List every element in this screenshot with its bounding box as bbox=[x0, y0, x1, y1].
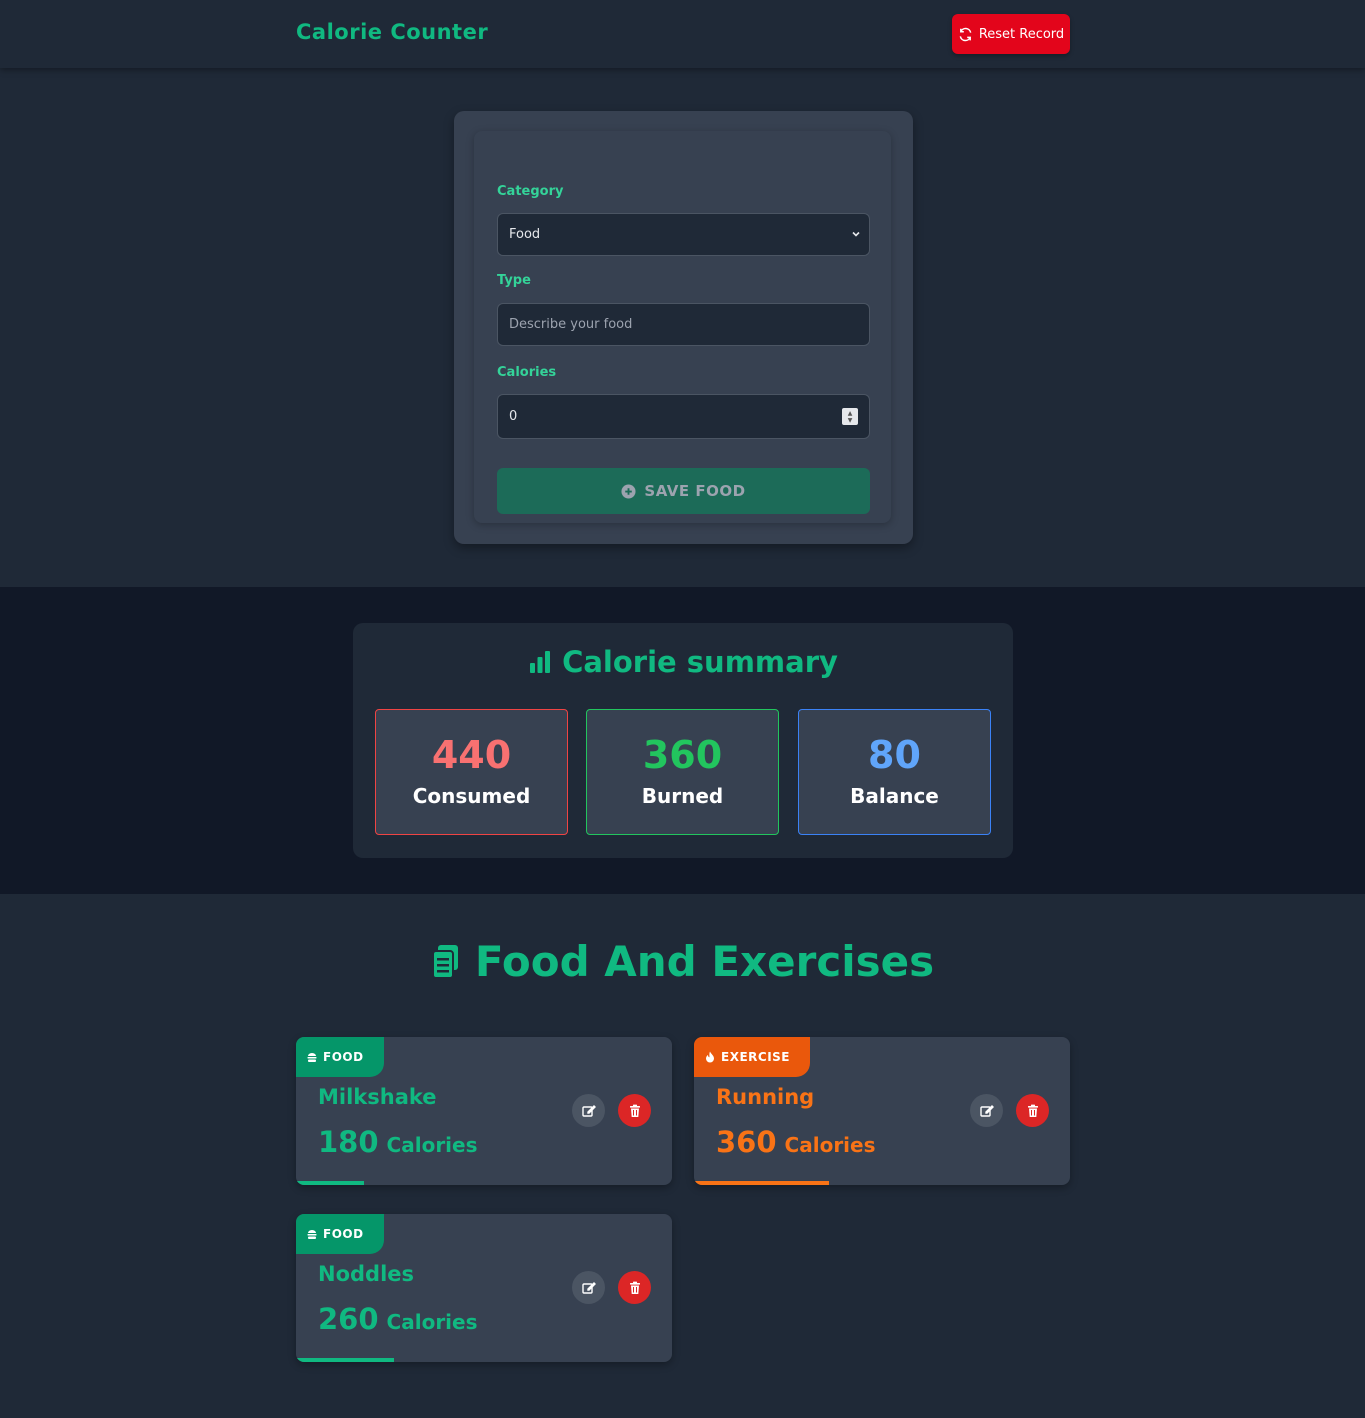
edit-button[interactable] bbox=[572, 1271, 605, 1304]
calories-input[interactable]: 0 ▲ ▼ bbox=[497, 394, 870, 439]
category-tag-label: EXERCISE bbox=[721, 1050, 790, 1064]
save-food-button[interactable]: SAVE FOOD bbox=[497, 468, 870, 514]
item-calories-unit: Calories bbox=[386, 1310, 478, 1334]
list-title: Food And Exercises bbox=[474, 937, 935, 986]
item-name: Noddles bbox=[318, 1262, 415, 1286]
item-name: Milkshake bbox=[318, 1085, 437, 1109]
summary-section: Calorie summary 440 Consumed 360 Burned … bbox=[0, 587, 1365, 894]
list-item: EXERCISE Running 360 Calories bbox=[694, 1037, 1070, 1185]
edit-button[interactable] bbox=[572, 1094, 605, 1127]
type-input-placeholder: Describe your food bbox=[509, 317, 633, 332]
category-label: Category bbox=[497, 184, 564, 199]
item-calories: 360 Calories bbox=[716, 1125, 876, 1159]
balance-value: 80 bbox=[868, 733, 921, 777]
edit-button[interactable] bbox=[970, 1094, 1003, 1127]
calorie-progress-bar bbox=[296, 1358, 394, 1362]
number-spinner[interactable]: ▲ ▼ bbox=[842, 408, 858, 425]
delete-button[interactable] bbox=[1016, 1094, 1049, 1127]
summary-title: Calorie summary bbox=[562, 645, 838, 679]
burned-value: 360 bbox=[642, 733, 723, 777]
calorie-progress-bar bbox=[296, 1181, 364, 1185]
item-calories-value: 360 bbox=[716, 1125, 777, 1159]
consumed-value: 440 bbox=[431, 733, 512, 777]
calorie-summary-card: Calorie summary 440 Consumed 360 Burned … bbox=[353, 623, 1013, 858]
type-label: Type bbox=[497, 273, 531, 288]
burger-icon bbox=[307, 1053, 317, 1062]
trash-icon bbox=[629, 1281, 640, 1294]
fire-icon bbox=[706, 1051, 714, 1063]
item-calories-unit: Calories bbox=[386, 1133, 478, 1157]
calorie-progress-bar bbox=[694, 1181, 830, 1185]
category-tag: EXERCISE bbox=[694, 1037, 810, 1077]
trash-icon bbox=[1027, 1104, 1038, 1117]
spin-down-icon[interactable]: ▼ bbox=[848, 417, 853, 424]
delete-button[interactable] bbox=[618, 1094, 651, 1127]
edit-icon bbox=[581, 1104, 596, 1117]
balance-label: Balance bbox=[850, 784, 939, 808]
category-selected-value: Food bbox=[509, 227, 541, 242]
item-calories-value: 180 bbox=[318, 1125, 379, 1159]
item-name: Running bbox=[716, 1085, 815, 1109]
bar-chart-icon bbox=[530, 651, 551, 673]
refresh-icon bbox=[959, 27, 972, 41]
category-tag: FOOD bbox=[296, 1214, 384, 1254]
list-item: FOOD Milkshake 180 Calories bbox=[296, 1037, 672, 1185]
balance-stat: 80 Balance bbox=[798, 709, 991, 835]
summary-heading: Calorie summary bbox=[353, 645, 1013, 679]
chevron-down-icon bbox=[852, 231, 860, 237]
item-calories: 260 Calories bbox=[318, 1302, 478, 1336]
category-tag: FOOD bbox=[296, 1037, 384, 1077]
consumed-stat: 440 Consumed bbox=[375, 709, 568, 835]
entry-form-card: Category Food Type Describe your food Ca… bbox=[454, 111, 913, 544]
trash-icon bbox=[629, 1104, 640, 1117]
save-food-label: SAVE FOOD bbox=[644, 482, 746, 500]
item-calories-value: 260 bbox=[318, 1302, 379, 1336]
consumed-label: Consumed bbox=[412, 784, 531, 808]
top-navbar: Calorie Counter Reset Record bbox=[0, 0, 1365, 68]
calories-label: Calories bbox=[497, 365, 557, 380]
burger-icon bbox=[307, 1230, 317, 1239]
plus-circle-icon bbox=[621, 483, 636, 499]
list-item: FOOD Noddles 260 Calories bbox=[296, 1214, 672, 1362]
spin-up-icon[interactable]: ▲ bbox=[848, 410, 853, 417]
type-input[interactable]: Describe your food bbox=[497, 303, 870, 346]
reset-record-button[interactable]: Reset Record bbox=[952, 14, 1070, 54]
category-tag-label: FOOD bbox=[323, 1050, 364, 1064]
app-brand[interactable]: Calorie Counter bbox=[296, 20, 488, 44]
edit-icon bbox=[581, 1281, 596, 1294]
item-calories-unit: Calories bbox=[784, 1133, 876, 1157]
calories-input-value: 0 bbox=[509, 409, 518, 424]
reset-record-label: Reset Record bbox=[978, 26, 1065, 42]
delete-button[interactable] bbox=[618, 1271, 651, 1304]
burned-stat: 360 Burned bbox=[586, 709, 779, 835]
clipboard-list-icon bbox=[431, 944, 458, 979]
list-heading: Food And Exercises bbox=[0, 937, 1365, 986]
category-tag-label: FOOD bbox=[323, 1227, 364, 1241]
item-calories: 180 Calories bbox=[318, 1125, 478, 1159]
burned-label: Burned bbox=[641, 784, 724, 808]
entry-form: Category Food Type Describe your food Ca… bbox=[474, 131, 891, 523]
edit-icon bbox=[979, 1104, 994, 1117]
category-select[interactable]: Food bbox=[497, 213, 870, 256]
